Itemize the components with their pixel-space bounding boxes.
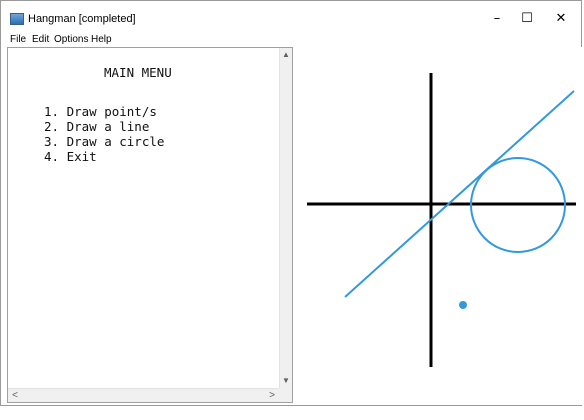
scroll-up-icon[interactable]: ▲ (280, 48, 292, 62)
console-content[interactable]: MAIN MENU 1. Draw point/s 2. Draw a line… (8, 48, 280, 388)
vertical-scrollbar[interactable]: ▲ ▼ (279, 48, 292, 388)
app-window: Hangman [completed] – ☐ ✕ File Edit Opti… (0, 0, 582, 406)
maximize-button[interactable]: ☐ (512, 9, 542, 29)
menu-edit[interactable]: Edit (32, 34, 49, 45)
horizontal-scrollbar[interactable]: < > (8, 388, 292, 402)
close-button[interactable]: ✕ (546, 9, 576, 29)
menu-bar: File Edit Options Help (1, 33, 581, 47)
drawn-point (459, 301, 467, 309)
canvas-svg (307, 73, 576, 367)
window-title: Hangman [completed] (28, 13, 136, 25)
menu-file[interactable]: File (10, 34, 26, 45)
scroll-corner (279, 388, 292, 402)
menu-option-exit: 4. Exit (44, 149, 97, 164)
title-bar[interactable]: Hangman [completed] – ☐ ✕ (1, 1, 581, 33)
drawing-canvas[interactable] (295, 47, 582, 405)
main-menu-heading: MAIN MENU (104, 65, 172, 80)
scroll-left-icon[interactable]: < (8, 389, 22, 402)
menu-options[interactable]: Options (54, 34, 88, 45)
menu-help[interactable]: Help (91, 34, 112, 45)
drawn-line (344, 90, 575, 298)
minimize-button[interactable]: – (482, 9, 512, 29)
scroll-down-icon[interactable]: ▼ (280, 374, 292, 388)
menu-option-draw-circle: 3. Draw a circle (44, 134, 165, 149)
app-icon (10, 13, 24, 25)
scroll-right-icon[interactable]: > (265, 389, 279, 402)
menu-option-draw-points: 1. Draw point/s (44, 104, 157, 119)
menu-option-draw-line: 2. Draw a line (44, 119, 150, 134)
console-text-area[interactable]: MAIN MENU 1. Draw point/s 2. Draw a line… (7, 47, 293, 403)
